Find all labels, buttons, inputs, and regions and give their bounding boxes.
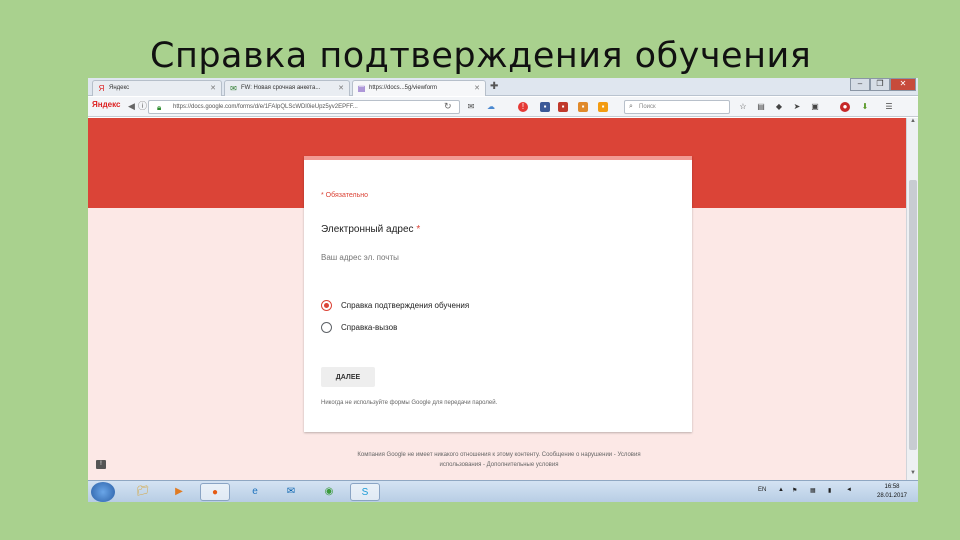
forms-favicon-icon: ▤ — [357, 84, 366, 93]
info-icon[interactable]: ⓘ — [138, 101, 147, 112]
close-tab-icon[interactable]: ✕ — [210, 84, 216, 92]
mail-icon[interactable]: ✉ — [466, 102, 476, 112]
clock-date: 28.01.2017 — [876, 493, 908, 499]
bookmark-extension-icon[interactable]: ▪ — [558, 102, 568, 112]
maximize-icon[interactable]: ❐ — [870, 78, 890, 91]
scroll-thumb[interactable] — [909, 180, 917, 450]
flag-icon[interactable]: ⚑ — [792, 487, 797, 494]
media-player-icon[interactable]: ▶ — [164, 483, 194, 501]
lock-icon: 🔒︎ — [157, 103, 162, 112]
rss-icon[interactable]: ▪ — [598, 102, 608, 112]
yandex-favicon-icon: Я — [98, 84, 105, 93]
required-note: * Обязательно — [321, 192, 368, 199]
option-label: Справка подтверждения обучения — [341, 301, 470, 310]
question-title-text: Электронный адрес — [321, 224, 414, 235]
windows-taskbar: 📁︎ ▶ ● e ✉ ◉ S EN ▲ ⚑ ▦ ▮ ◄ 16:58 28.01.… — [88, 480, 918, 502]
feedback-icon[interactable]: ! — [96, 460, 106, 469]
lock-extension-icon[interactable]: ▣ — [810, 102, 820, 112]
email-field[interactable] — [321, 250, 491, 264]
option-label: Справка-вызов — [341, 323, 398, 332]
search-input[interactable]: ⌕ Поиск — [624, 100, 730, 114]
url-text: https://docs.google.com/forms/d/e/1FAIpQ… — [173, 104, 358, 110]
password-warning: Никогда не используйте формы Google для … — [321, 400, 498, 406]
search-placeholder: Поиск — [639, 104, 656, 110]
volume-icon[interactable]: ◄ — [846, 487, 852, 493]
send-icon[interactable]: ➤ — [792, 102, 802, 112]
form-footer: Компания Google не имеет никакого отноше… — [316, 450, 682, 470]
chrome-icon[interactable]: ◉ — [314, 483, 344, 501]
bookmark-star-icon[interactable]: ☆ — [738, 102, 748, 112]
outlook-icon[interactable]: ✉ — [276, 483, 306, 501]
question-title: Электронный адрес * — [321, 224, 420, 235]
tray-arrow-icon[interactable]: ▲ — [778, 487, 784, 493]
adblock-icon[interactable]: ● — [840, 102, 850, 112]
yandex-logo: Яндекс — [92, 100, 121, 109]
clock-time: 16:58 — [884, 484, 900, 490]
firefox-icon[interactable]: ● — [200, 483, 230, 501]
alert-icon[interactable]: ! — [518, 102, 528, 112]
scroll-up-icon[interactable]: ▲ — [907, 118, 918, 128]
download-icon[interactable]: ⬇ — [860, 102, 870, 112]
extension-icon[interactable]: ▪ — [540, 102, 550, 112]
form-card: * Обязательно Электронный адрес * Справк… — [304, 156, 692, 432]
tab-label: FW: Новая срочная анкета... — [241, 85, 321, 91]
search-icon: ⌕ — [629, 103, 633, 110]
language-indicator[interactable]: EN — [758, 487, 766, 493]
next-button[interactable]: ДАЛЕЕ — [321, 367, 375, 387]
network-icon[interactable]: ▦ — [810, 487, 816, 494]
mail-favicon-icon: ✉ — [230, 84, 237, 93]
reload-icon[interactable]: ↻ — [444, 101, 452, 112]
minimize-icon[interactable]: – — [850, 78, 870, 91]
radio-unselected[interactable] — [321, 322, 332, 333]
tab-email[interactable]: ✉ FW: Новая срочная анкета... ✕ — [224, 80, 350, 96]
window-close-icon[interactable]: ✕ — [890, 78, 916, 91]
tab-google-form[interactable]: ▤ https://docs...5g/viewform ✕ — [352, 80, 486, 96]
navigation-bar: Яндекс ◀ ⓘ 🔒︎ https://docs.google.com/fo… — [88, 97, 918, 117]
close-tab-icon[interactable]: ✕ — [338, 84, 344, 92]
image-extension-icon[interactable]: ▪ — [578, 102, 588, 112]
menu-icon[interactable]: ☰ — [884, 102, 894, 112]
clipboard-icon[interactable]: ▤ — [756, 102, 766, 112]
browser-screenshot: Я Яндекс ✕ ✉ FW: Новая срочная анкета...… — [88, 78, 918, 502]
vertical-scrollbar[interactable]: ▲ ▼ — [906, 118, 918, 480]
close-tab-icon[interactable]: ✕ — [474, 84, 480, 92]
start-button[interactable] — [91, 482, 115, 502]
pocket-icon[interactable]: ◆ — [774, 102, 784, 112]
footer-line: использования - Дополнительные условия — [439, 462, 559, 468]
back-icon[interactable]: ◀ — [128, 101, 135, 112]
explorer-icon[interactable]: 📁︎ — [128, 483, 158, 501]
battery-icon[interactable]: ▮ — [828, 487, 831, 494]
tab-yandex[interactable]: Я Яндекс ✕ — [92, 80, 222, 96]
radio-selected[interactable] — [321, 300, 332, 311]
tab-label: Яндекс — [109, 85, 130, 91]
slide-title: Справка подтверждения обучения — [150, 36, 812, 76]
weather-cloud-icon[interactable]: ☁ — [486, 102, 496, 112]
form-page: * Обязательно Электронный адрес * Справк… — [88, 118, 906, 480]
tab-label: https://docs...5g/viewform — [369, 85, 438, 91]
required-star: * — [416, 224, 421, 235]
footer-line: Компания Google не имеет никакого отноше… — [357, 452, 641, 458]
internet-explorer-icon[interactable]: e — [240, 483, 270, 501]
skype-icon[interactable]: S — [350, 483, 380, 501]
address-bar[interactable]: 🔒︎ https://docs.google.com/forms/d/e/1FA… — [148, 100, 460, 114]
system-clock[interactable]: 16:58 28.01.2017 — [870, 483, 914, 501]
tab-bar: Я Яндекс ✕ ✉ FW: Новая срочная анкета...… — [88, 78, 918, 96]
scroll-down-icon[interactable]: ▼ — [907, 470, 918, 480]
new-tab-icon[interactable]: ✚ — [490, 81, 498, 92]
